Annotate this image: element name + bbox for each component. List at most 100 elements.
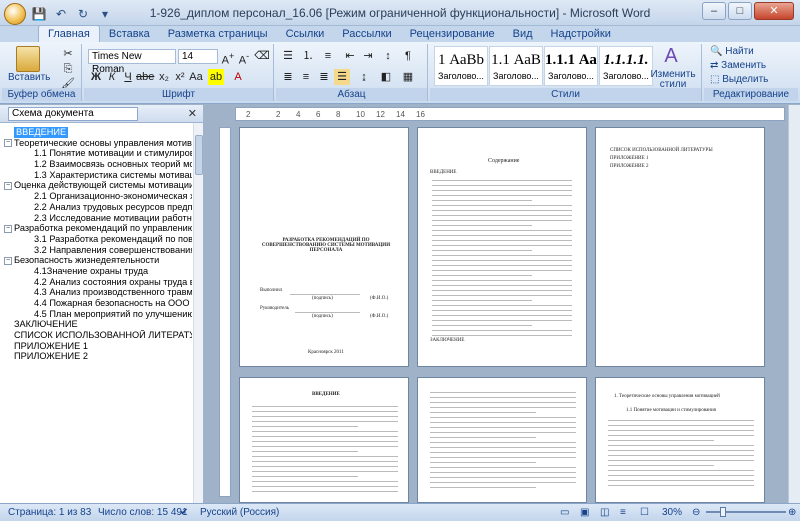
font-color-icon[interactable]: A: [230, 69, 246, 85]
collapse-toggle-icon[interactable]: −: [4, 224, 12, 233]
close-button[interactable]: ✕: [754, 2, 794, 20]
borders-icon[interactable]: ▦: [400, 69, 416, 85]
style-heading-3[interactable]: 1.1.1 Аа Заголово...: [544, 46, 598, 86]
collapse-toggle-icon[interactable]: −: [4, 256, 12, 265]
justify-icon[interactable]: ☰: [334, 69, 350, 85]
print-layout-icon[interactable]: ▭: [560, 507, 569, 518]
page-6[interactable]: 1. Теоретические основы управления мотив…: [595, 377, 765, 503]
document-map-item[interactable]: ЗАКЛЮЧЕНИЕ: [2, 319, 192, 330]
sort-icon[interactable]: ↕: [380, 48, 396, 64]
spellcheck-icon[interactable]: ✔: [180, 507, 188, 518]
document-scrollbar[interactable]: [788, 105, 800, 503]
document-map-item[interactable]: 3.2 Направления совершенствования систем…: [2, 245, 192, 256]
word-count[interactable]: Число слов: 15 491: [98, 507, 188, 518]
align-center-icon[interactable]: ≡: [298, 69, 314, 85]
style-heading-1[interactable]: 1 АаВb Заголово...: [434, 46, 488, 86]
document-map-item[interactable]: 1.2 Взаимосвязь основных теорий мотиваци…: [2, 159, 192, 170]
bullets-icon[interactable]: ☰: [280, 48, 296, 64]
document-map-item[interactable]: 1.1 Понятие мотивации и стимулирования: [2, 148, 192, 159]
page-5[interactable]: [417, 377, 587, 503]
tab-home[interactable]: Главная: [38, 25, 100, 42]
page-counter[interactable]: Страница: 1 из 83: [8, 507, 91, 518]
increase-indent-icon[interactable]: ⇥: [360, 48, 376, 64]
superscript-icon[interactable]: x²: [172, 69, 188, 85]
draft-icon[interactable]: ☐: [640, 507, 649, 518]
select-button[interactable]: ⬚ Выделить: [710, 74, 768, 85]
clear-format-icon[interactable]: ⌫: [254, 48, 270, 64]
highlight-icon[interactable]: ab: [208, 69, 224, 85]
tab-mailings[interactable]: Рассылки: [333, 26, 400, 42]
font-size-select[interactable]: 14: [178, 49, 218, 64]
shrink-font-icon[interactable]: A-: [236, 48, 252, 67]
collapse-toggle-icon[interactable]: −: [4, 182, 12, 190]
maximize-button[interactable]: □: [728, 2, 752, 20]
page-4[interactable]: ВВЕДЕНИЕ: [239, 377, 409, 503]
tab-addins[interactable]: Надстройки: [542, 26, 620, 42]
tab-references[interactable]: Ссылки: [277, 26, 334, 42]
web-layout-icon[interactable]: ◫: [600, 507, 609, 518]
style-heading-2[interactable]: 1.1 АаВ Заголово...: [489, 46, 543, 86]
find-button[interactable]: 🔍 Найти: [710, 46, 754, 57]
document-map-item[interactable]: 3.1 Разработка рекомендаций по повышению: [2, 234, 192, 245]
align-right-icon[interactable]: ≣: [316, 69, 332, 85]
document-map-item[interactable]: 2.3 Исследование мотивации работников ОО…: [2, 213, 192, 224]
tab-page-layout[interactable]: Разметка страницы: [159, 26, 277, 42]
close-icon[interactable]: ✕: [188, 107, 197, 120]
zoom-slider-knob[interactable]: [720, 507, 726, 517]
document-map-item[interactable]: ВВЕДЕНИЕ: [2, 127, 192, 138]
document-map-item[interactable]: 4.1Значение охраны труда: [2, 266, 192, 277]
numbering-icon[interactable]: ⒈: [300, 48, 316, 64]
change-styles-icon[interactable]: A: [656, 46, 686, 70]
document-map-item[interactable]: 4.2 Анализ состояния охраны труда в хозя…: [2, 277, 192, 288]
minimize-button[interactable]: –: [702, 2, 726, 20]
shading-icon[interactable]: ◧: [378, 69, 394, 85]
zoom-level[interactable]: 30%: [662, 507, 682, 518]
font-name-select[interactable]: Times New Roman: [88, 49, 176, 75]
change-case-icon[interactable]: Aa: [188, 69, 204, 85]
document-map-item[interactable]: 4.4 Пожарная безопасность на ООО «Июнь»: [2, 298, 192, 309]
zoom-in-icon[interactable]: ⊕: [788, 507, 796, 518]
document-map-select[interactable]: Схема документа: [8, 107, 138, 121]
align-left-icon[interactable]: ≣: [280, 69, 296, 85]
outline-icon[interactable]: ≡: [620, 507, 626, 518]
zoom-out-icon[interactable]: ⊖: [692, 507, 700, 518]
tab-review[interactable]: Рецензирование: [401, 26, 504, 42]
scrollbar-thumb[interactable]: [195, 135, 203, 175]
change-styles-button[interactable]: Изменить стили: [648, 70, 698, 90]
document-map-item[interactable]: −Оценка действующей системы мотивации пе…: [2, 180, 192, 191]
document-map-item[interactable]: 2.2 Анализ трудовых ресурсов предприятия: [2, 202, 192, 213]
document-map-item[interactable]: − Безопасность жизнедеятельности: [2, 255, 192, 266]
document-map-item[interactable]: 2.1 Организационно-экономическая характе…: [2, 191, 192, 202]
tab-insert[interactable]: Вставка: [100, 26, 159, 42]
subscript-icon[interactable]: x₂: [156, 69, 172, 85]
bold-icon[interactable]: Ж: [88, 69, 104, 85]
collapse-toggle-icon[interactable]: −: [4, 139, 12, 148]
page-3[interactable]: СПИСОК ИСПОЛЬЗОВАННОЙ ЛИТЕРАТУРЫ ПРИЛОЖЕ…: [595, 127, 765, 367]
line-spacing-icon[interactable]: ↨: [356, 69, 372, 85]
page-1[interactable]: РАЗРАБОТКА РЕКОМЕНДАЦИЙ ПО СОВЕРШЕНСТВОВ…: [239, 127, 409, 367]
italic-icon[interactable]: К: [104, 69, 120, 85]
grow-font-icon[interactable]: A+: [220, 48, 236, 67]
paste-button[interactable]: Вставить: [8, 72, 50, 83]
paste-icon[interactable]: [16, 46, 40, 72]
style-heading-4[interactable]: 1.1.1.1. Заголово...: [599, 46, 653, 86]
show-marks-icon[interactable]: ¶: [400, 48, 416, 64]
strikethrough-icon[interactable]: abe: [136, 69, 154, 85]
underline-icon[interactable]: Ч: [120, 69, 136, 85]
zoom-slider[interactable]: [706, 511, 786, 513]
document-map-scrollbar[interactable]: [193, 123, 203, 503]
vertical-ruler[interactable]: [219, 127, 231, 497]
full-screen-icon[interactable]: ▣: [580, 507, 589, 518]
decrease-indent-icon[interactable]: ⇤: [342, 48, 358, 64]
document-map-item[interactable]: 4.5 План мероприятий по улучшению услови…: [2, 309, 192, 320]
document-map-item[interactable]: ПРИЛОЖЕНИЕ 2: [2, 351, 192, 362]
tab-view[interactable]: Вид: [504, 26, 542, 42]
document-map-item[interactable]: СПИСОК ИСПОЛЬЗОВАННОЙ ЛИТЕРАТУРЫ: [2, 330, 192, 341]
document-map-item[interactable]: 1.3 Характеристика системы мотивации пер…: [2, 170, 192, 181]
multilevel-list-icon[interactable]: ≡: [320, 48, 336, 64]
document-map-item[interactable]: ПРИЛОЖЕНИЕ 1: [2, 341, 192, 352]
document-map-item[interactable]: 4.3 Анализ производственного травматизма: [2, 287, 192, 298]
horizontal-ruler[interactable]: 2 2 4 6 8 10 12 14 16: [235, 107, 785, 121]
document-map-item[interactable]: −Разработка рекомендаций по управлению п…: [2, 223, 192, 234]
page-2[interactable]: Содержание ВВЕДЕНИЕ ЗАКЛЮЧЕНИЕ: [417, 127, 587, 367]
